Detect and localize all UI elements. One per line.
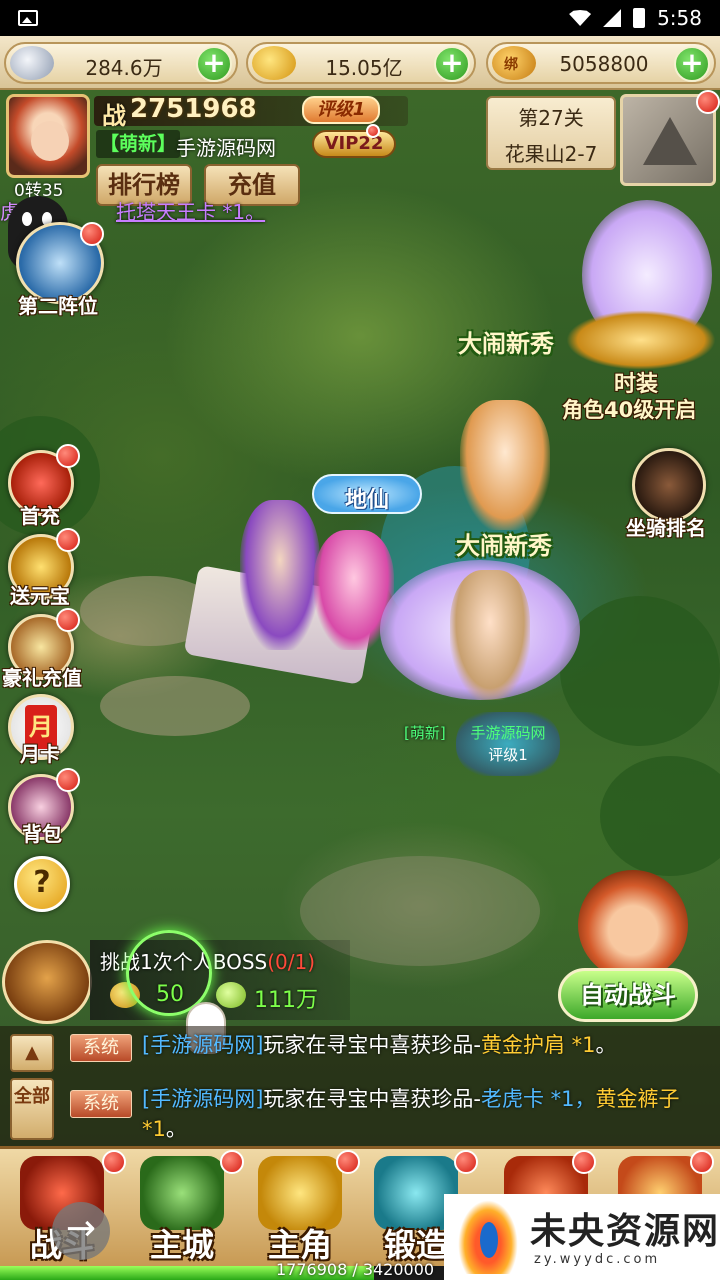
bound-gold-icon: 绑 <box>492 46 536 80</box>
chat-message: [手游源码网]玩家在寻宝中喜获珍品-老虎卡 *1，黄金裤子 *1。 <box>142 1087 680 1141</box>
nav-main-city[interactable]: 主城 <box>130 1150 234 1264</box>
rating-badge[interactable]: 评级1 <box>302 96 380 124</box>
chat-channel-tag: 系统 <box>70 1034 132 1062</box>
player-name-row: 【萌新】 手游源码网 VIP22 <box>94 124 396 160</box>
send-yuanbao-dot <box>56 528 80 552</box>
npc-rating: 评级1 <box>488 746 528 764</box>
flame-logo-icon <box>458 1200 518 1274</box>
vip-notification-dot <box>366 124 380 138</box>
hero-helmet-icon <box>258 1156 342 1230</box>
bag-label: 背包 <box>22 822 62 846</box>
combat-power: 2751968 <box>130 94 257 124</box>
battle-notification-dot <box>102 1150 126 1174</box>
back-arrow-icon[interactable]: → <box>52 1202 110 1260</box>
gift-recharge-label: 豪礼充值 <box>2 666 82 690</box>
watermark-title: 未央资源网 <box>530 1211 720 1252</box>
stage-panel[interactable]: 第27关 花果山2-7 <box>486 96 616 170</box>
help-icon[interactable]: ? <box>14 856 70 912</box>
silver-ingot-icon <box>10 46 54 80</box>
stage-number: 第27关 <box>518 106 584 130</box>
extra2-notification-dot <box>690 1150 714 1174</box>
npc-newbie-tag: [萌新] <box>404 724 446 742</box>
mount-ranking-icon[interactable] <box>632 448 706 522</box>
first-recharge-dot <box>56 444 80 468</box>
chat-all-tab[interactable]: 全部 <box>10 1078 54 1140</box>
bound-gold-counter: 绑 5058800 + <box>486 42 716 84</box>
quest-reward-exp: 111万 <box>254 988 318 1013</box>
gold-value: 15.05亿 <box>325 56 403 80</box>
status-bar: 5:58 <box>0 0 720 36</box>
image-icon <box>18 10 38 26</box>
add-silver-button[interactable]: + <box>196 46 232 82</box>
title-banner-middle: 大闹新秀 <box>456 532 552 560</box>
exp-text: 1776908 / 3420000 <box>276 1260 435 1279</box>
treasure-chest-icon[interactable] <box>2 940 92 1024</box>
chat-message: [手游源码网]玩家在寻宝中喜获珍品-黄金护肩 *1。 <box>142 1033 617 1057</box>
status-time: 5:58 <box>657 6 702 30</box>
month-card-label: 月卡 <box>20 742 60 766</box>
currency-bar: 284.6万 + 15.05亿 + 绑 5058800 + <box>0 36 720 90</box>
monkey-king-mascot <box>578 870 688 980</box>
newbie-tag: 【萌新】 <box>96 130 181 158</box>
player-character[interactable] <box>450 570 530 700</box>
signal-icon <box>603 9 622 27</box>
hero-notification-dot <box>336 1150 360 1174</box>
watermark-url: zy.wyydc.com <box>534 1252 661 1267</box>
gift-recharge-dot <box>56 608 80 632</box>
exp-reward-icon <box>216 982 246 1008</box>
companion-character[interactable] <box>240 500 320 650</box>
map-notification-dot <box>696 90 720 114</box>
power-label: 战 <box>102 102 126 130</box>
gold-ingot-icon <box>252 46 296 80</box>
fashion-unlock-label: 角色40级开启 <box>562 398 697 422</box>
chat-channel-tag: 系统 <box>70 1090 132 1118</box>
forge-notification-dot <box>454 1150 478 1174</box>
immortal-title-tag: 地仙 <box>312 474 422 514</box>
stage-name: 花果山2-7 <box>504 142 598 166</box>
player-avatar[interactable] <box>6 94 90 178</box>
add-gold-button[interactable]: + <box>434 46 470 82</box>
site-watermark: 未央资源网 zy.wyydc.com <box>444 1194 720 1280</box>
second-formation-label: 第二阵位 <box>18 294 98 318</box>
silver-value: 284.6万 <box>85 56 163 80</box>
main-city-notification-dot <box>220 1150 244 1174</box>
extra1-notification-dot <box>572 1150 596 1174</box>
silver-counter: 284.6万 + <box>4 42 238 84</box>
nav-main-city-label: 主城 <box>149 1226 214 1264</box>
send-yuanbao-label: 送元宝 <box>10 584 70 608</box>
title-banner-top: 大闹新秀 <box>458 330 554 358</box>
hero-character[interactable] <box>460 400 550 530</box>
quest-progress: (0/1) <box>267 950 316 974</box>
city-gate-icon <box>140 1156 224 1230</box>
battery-icon <box>633 8 646 28</box>
bag-notification-dot <box>56 768 80 792</box>
wifi-icon <box>569 10 592 26</box>
announcement-item[interactable]: 托塔天王卡 *1。 <box>116 196 265 225</box>
npc-nameplate: 手游源码网 评级1 <box>456 712 560 776</box>
vip-badge[interactable]: VIP22 <box>312 130 396 158</box>
gold-counter: 15.05亿 + <box>246 42 476 84</box>
mount-ranking-label: 坐骑排名 <box>626 516 706 540</box>
bound-gold-value: 5058800 <box>559 52 649 76</box>
npc-name: 手游源码网 <box>470 724 546 742</box>
auto-battle-button[interactable]: 自动战斗 <box>558 968 698 1022</box>
fashion-pedestal <box>566 310 716 370</box>
add-bound-gold-button[interactable]: + <box>674 46 710 82</box>
chat-collapse-button[interactable]: ▲ <box>10 1034 54 1072</box>
player-name: 手游源码网 <box>176 136 276 160</box>
first-recharge-label: 首充 <box>20 504 60 528</box>
formation-notification-dot <box>80 222 104 246</box>
